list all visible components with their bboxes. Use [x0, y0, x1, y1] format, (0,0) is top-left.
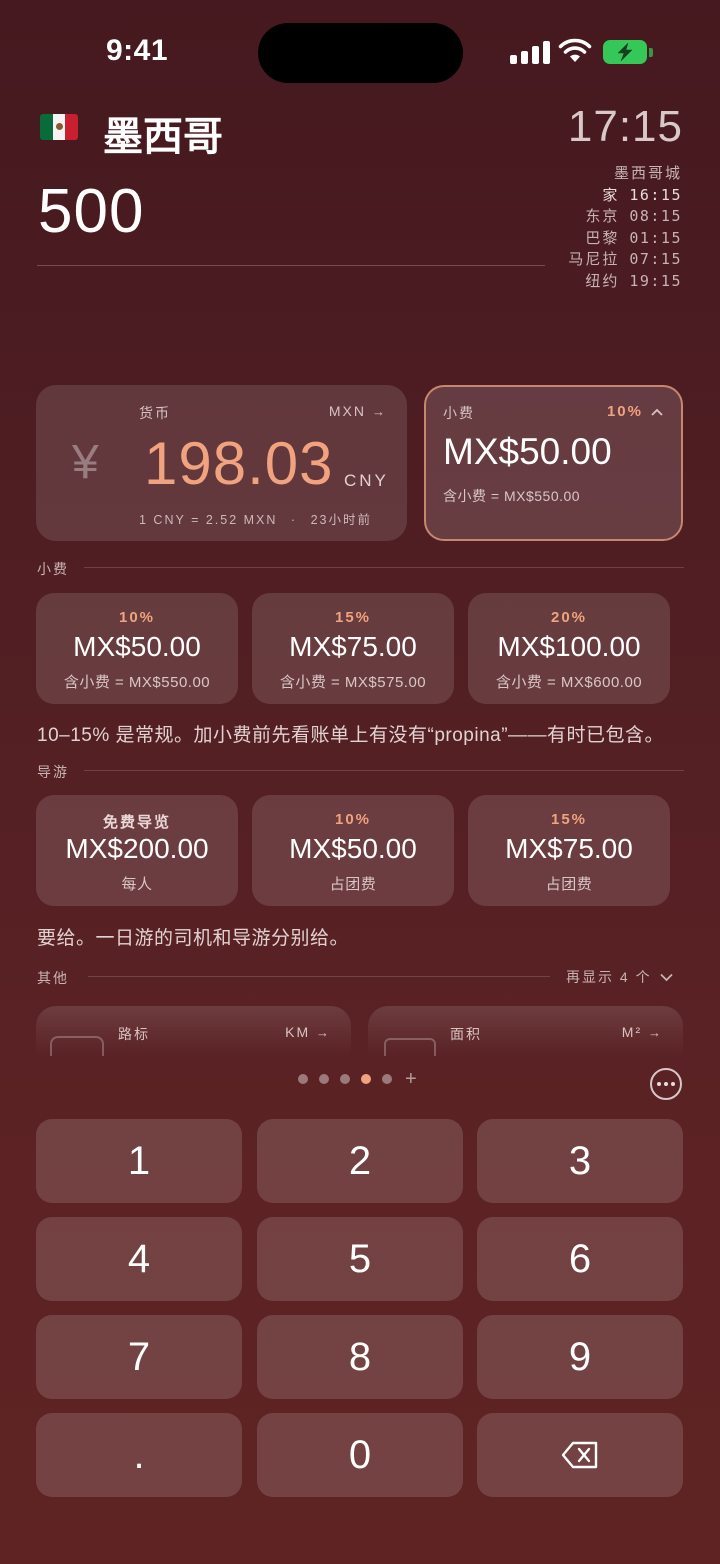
- tip-card-label: 小费: [443, 405, 475, 421]
- section-divider: [84, 770, 684, 771]
- cellular-signal-icon: [510, 40, 550, 64]
- guide-option-label: 10%: [334, 811, 372, 828]
- currency-from-selector[interactable]: MXN →: [329, 403, 387, 419]
- chevron-up-icon: [651, 408, 663, 416]
- tip-card-total: 含小费 = MX$550.00: [443, 488, 581, 504]
- guide-option-15[interactable]: 15% MX$75.00 占团费: [468, 795, 670, 906]
- signpost-icon: [50, 1036, 104, 1056]
- arrow-right-icon: →: [648, 1025, 663, 1040]
- tip-option-total: 含小费 = MX$550.00: [63, 674, 211, 691]
- status-time: 9:41: [106, 34, 169, 67]
- backspace-icon: [561, 1441, 598, 1469]
- guide-option-value: MX$50.00: [289, 833, 417, 864]
- add-page-icon[interactable]: +: [405, 1069, 417, 1089]
- guide-option-10[interactable]: 10% MX$50.00 占团费: [252, 795, 454, 906]
- tip-option-value: MX$100.00: [497, 631, 641, 662]
- guide-option-sub: 占团费: [545, 876, 593, 893]
- section-title-other: 其他: [37, 970, 69, 986]
- key-2[interactable]: 2: [257, 1119, 463, 1203]
- yen-symbol: ¥: [72, 436, 99, 489]
- page-dot[interactable]: [382, 1074, 392, 1084]
- guide-option-value: MX$75.00: [505, 833, 633, 864]
- dynamic-island: [258, 23, 463, 83]
- tip-option-percent: 15%: [334, 609, 372, 626]
- other-card-road-sign[interactable]: 路标 KM →: [36, 1006, 351, 1056]
- other-card-label: 路标: [118, 1026, 150, 1042]
- section-title-guide: 导游: [37, 764, 69, 780]
- tip-percent-toggle[interactable]: 10%: [607, 403, 663, 420]
- tip-option-total: 含小费 = MX$575.00: [279, 674, 427, 691]
- guide-option-value: MX$200.00: [65, 833, 209, 864]
- mexico-flag-icon: [40, 114, 78, 140]
- key-decimal[interactable]: .: [36, 1413, 242, 1497]
- section-divider: [88, 976, 550, 977]
- currency-from-code: MXN: [328, 403, 366, 419]
- key-1[interactable]: 1: [36, 1119, 242, 1203]
- page-dot[interactable]: [298, 1074, 308, 1084]
- show-more-button[interactable]: 再显示 4 个: [566, 967, 673, 987]
- more-options-icon[interactable]: [650, 1068, 682, 1100]
- other-card-label: 面积: [450, 1026, 482, 1042]
- tip-option-10[interactable]: 10% MX$50.00 含小费 = MX$550.00: [36, 593, 238, 704]
- tip-card-value: MX$50.00: [443, 431, 612, 472]
- tip-option-total: 含小费 = MX$600.00: [495, 674, 643, 691]
- page-dot-active[interactable]: [361, 1074, 371, 1084]
- local-clock: 17:15: [567, 102, 683, 151]
- key-4[interactable]: 4: [36, 1217, 242, 1301]
- key-8[interactable]: 8: [257, 1315, 463, 1399]
- world-clock-list: 墨西哥城 家 16:15 东京 08:15 巴黎 01:15 马尼拉 07:15 纽约 1…: [568, 163, 682, 292]
- section-divider: [84, 567, 684, 568]
- key-6[interactable]: 6: [477, 1217, 683, 1301]
- world-clock-row: 东京 08:15: [585, 207, 682, 225]
- area-icon: [384, 1038, 436, 1056]
- page-dot[interactable]: [340, 1074, 350, 1084]
- guide-option-label: 免费导览: [102, 814, 171, 831]
- other-card-area[interactable]: 面积 M² →: [368, 1006, 683, 1056]
- section-title-tips: 小费: [37, 561, 69, 577]
- other-card-unit: KM →: [285, 1024, 331, 1040]
- tip-option-value: MX$75.00: [289, 631, 417, 662]
- world-clock-row: 巴黎 01:15: [585, 228, 682, 247]
- amount-underline: [37, 265, 545, 266]
- converted-value: 198.03: [144, 430, 334, 497]
- key-7[interactable]: 7: [36, 1315, 242, 1399]
- amount-input-display[interactable]: 500: [38, 176, 144, 247]
- wifi-icon: [558, 38, 592, 62]
- arrow-right-icon: →: [372, 403, 387, 419]
- page-indicator[interactable]: +: [298, 1069, 417, 1089]
- key-3[interactable]: 3: [477, 1119, 683, 1203]
- tips-note: 10–15% 是常规。加小费前先看账单上有没有“propina”——有时已包含。: [37, 725, 665, 746]
- charging-bolt-icon: [617, 42, 633, 62]
- tip-option-value: MX$50.00: [73, 631, 201, 662]
- guide-option-label: 15%: [550, 811, 588, 828]
- guide-option-sub: 每人: [121, 876, 153, 893]
- backspace-key[interactable]: [477, 1413, 683, 1497]
- world-clock-row: 家 16:15: [602, 185, 682, 204]
- battery-icon: [603, 40, 647, 64]
- tip-option-percent: 10%: [118, 609, 156, 626]
- guide-option-sub: 占团费: [329, 876, 377, 893]
- battery-cap: [649, 48, 653, 57]
- currency-card[interactable]: 货币 MXN → ¥ 198.03 CNY 1 CNY = 2.52 MXN ·…: [36, 385, 407, 541]
- tip-option-percent: 20%: [550, 609, 588, 626]
- arrow-right-icon: →: [316, 1025, 331, 1040]
- tip-option-20[interactable]: 20% MX$100.00 含小费 = MX$600.00: [468, 593, 670, 704]
- country-title[interactable]: 墨西哥: [103, 104, 223, 162]
- world-clock-row: 纽约 19:15: [585, 271, 682, 290]
- guide-note: 要给。一日游的司机和导游分别给。: [37, 928, 350, 949]
- tip-option-15[interactable]: 15% MX$75.00 含小费 = MX$575.00: [252, 593, 454, 704]
- key-9[interactable]: 9: [477, 1315, 683, 1399]
- other-card-unit: M² →: [621, 1024, 663, 1040]
- converted-code: CNY: [344, 471, 389, 490]
- currency-label: 货币: [139, 405, 171, 421]
- exchange-rate-info: 1 CNY = 2.52 MXN · 23小时前: [139, 513, 372, 527]
- chevron-down-icon: [659, 973, 673, 981]
- guide-option-free-tour[interactable]: 免费导览 MX$200.00 每人: [36, 795, 238, 906]
- world-clock-row: 马尼拉 07:15: [568, 250, 682, 268]
- world-clock-city: 墨西哥城: [613, 165, 682, 182]
- page-dot[interactable]: [319, 1074, 329, 1084]
- key-0[interactable]: 0: [257, 1413, 463, 1497]
- tip-card[interactable]: 小费 10% MX$50.00 含小费 = MX$550.00: [424, 385, 683, 541]
- key-5[interactable]: 5: [257, 1217, 463, 1301]
